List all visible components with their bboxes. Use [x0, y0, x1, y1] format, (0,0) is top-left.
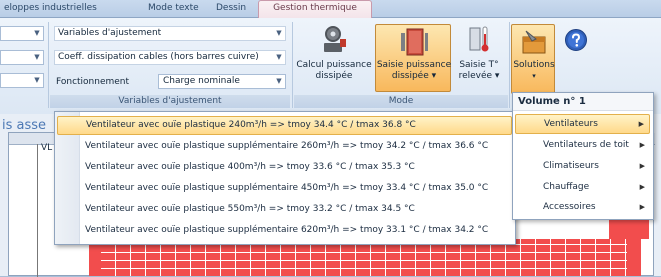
- chevron-right-icon: ▶: [639, 162, 645, 170]
- saisie-puissance-line1: Saisie puissance: [376, 60, 452, 70]
- chevron-down-icon[interactable]: ▼: [31, 51, 43, 64]
- chevron-down-icon[interactable]: ▼: [31, 27, 43, 40]
- ventilator-item-450[interactable]: Ventilateur avec ouïe plastique suppléme…: [57, 179, 512, 198]
- saisie-puissance-button[interactable]: Saisie puissance dissipée ▾: [375, 24, 451, 92]
- chevron-down-icon[interactable]: ▼: [31, 74, 43, 87]
- saisie-temperature-line1: Saisie T°: [459, 60, 499, 70]
- chevron-right-icon: ▶: [639, 203, 645, 211]
- chevron-down-icon[interactable]: ▼: [273, 51, 285, 64]
- ventilator-item-550[interactable]: Ventilateur avec ouïe plastique 550m³/h …: [57, 200, 512, 219]
- chevron-right-icon: ▶: [638, 120, 644, 128]
- document-tab-title[interactable]: is asse: [2, 118, 46, 133]
- thermometer-icon: [469, 26, 489, 52]
- left-combo-3[interactable]: ▼: [0, 73, 44, 88]
- gears-icon: [324, 26, 346, 52]
- group-separator: [292, 22, 293, 108]
- volume-item-label: Ventilateurs: [544, 119, 598, 129]
- variables-combo[interactable]: Variables d'ajustement ▼: [54, 26, 286, 41]
- toolbox-icon: [522, 30, 546, 54]
- volume-title: Volume n° 1: [513, 93, 653, 111]
- group-separator: [48, 22, 49, 108]
- saisie-temperature-line2: relevée ▾: [458, 71, 500, 81]
- chevron-down-icon[interactable]: ▼: [273, 27, 285, 40]
- chevron-down-icon[interactable]: ▼: [273, 75, 285, 88]
- volume-item-label: Accessoires: [543, 202, 596, 212]
- fonctionnement-select[interactable]: Charge nominale ▼: [158, 74, 286, 89]
- calcul-puissance-line1: Calcul puissance: [296, 60, 372, 70]
- tab-dessin[interactable]: Dessin: [216, 0, 246, 16]
- help-icon: [565, 29, 587, 51]
- ventilator-item-400[interactable]: Ventilateur avec ouïe plastique 400m³/h …: [57, 158, 512, 177]
- tab-gestion-thermique[interactable]: Gestion thermique: [258, 0, 372, 18]
- volume-item-ventilateurs-toit[interactable]: Ventilateurs de toit ▶: [515, 135, 650, 155]
- volume-item-ventilateurs[interactable]: Ventilateurs ▶: [515, 114, 650, 134]
- group-separator: [509, 22, 510, 108]
- help-button[interactable]: [564, 28, 590, 54]
- saisie-puissance-line2: dissipée ▾: [391, 71, 437, 81]
- tab-enveloppes[interactable]: eloppes industrielles: [4, 0, 97, 16]
- sheet-label: VL: [41, 143, 53, 153]
- variables-combo-label: Variables d'ajustement: [58, 28, 162, 38]
- solutions-button[interactable]: Solutions ▾: [511, 24, 555, 94]
- ventilator-submenu: Ventilateur avec ouïe plastique 240m³/h …: [54, 111, 516, 245]
- fonctionnement-label: Fonctionnement: [56, 77, 130, 87]
- volume-item-climatiseurs[interactable]: Climatiseurs ▶: [515, 156, 650, 176]
- volume-item-accessoires[interactable]: Accessoires ▶: [515, 197, 650, 217]
- volume-item-label: Chauffage: [543, 182, 590, 192]
- cabinet-icon: [401, 28, 428, 56]
- coeff-dissipation-label: Coeff. dissipation cables (hors barres c…: [58, 52, 259, 62]
- volume-item-chauffage[interactable]: Chauffage ▶: [515, 177, 650, 197]
- chevron-right-icon: ▶: [639, 141, 645, 149]
- tab-mode-texte[interactable]: Mode texte: [148, 0, 199, 16]
- mode-group-label: Mode: [294, 95, 508, 108]
- ventilator-item-620[interactable]: Ventilateur avec ouïe plastique suppléme…: [57, 221, 512, 240]
- chevron-right-icon: ▶: [639, 183, 645, 191]
- fonctionnement-value: Charge nominale: [163, 76, 240, 86]
- variables-group-label: Variables d'ajustement: [50, 95, 290, 108]
- ribbon-tab-strip: eloppes industrielles Mode texte Dessin …: [0, 0, 661, 18]
- left-combo-1[interactable]: ▼: [0, 26, 44, 41]
- saisie-temperature-button[interactable]: Saisie T° relevée ▾: [452, 22, 506, 92]
- variables-group: Variables d'ajustement ▼ Coeff. dissipat…: [52, 22, 286, 102]
- volume-item-label: Climatiseurs: [543, 161, 599, 171]
- coeff-dissipation-combo[interactable]: Coeff. dissipation cables (hors barres c…: [54, 50, 286, 65]
- left-combo-2[interactable]: ▼: [0, 50, 44, 65]
- solutions-caret: ▾: [532, 72, 536, 80]
- volume-dropdown: Volume n° 1 Ventilateurs ▶ Ventilateurs …: [512, 92, 654, 220]
- solutions-label: Solutions: [513, 60, 555, 70]
- ventilator-item-240[interactable]: Ventilateur avec ouïe plastique 240m³/h …: [57, 116, 512, 135]
- calcul-puissance-button[interactable]: Calcul puissance dissipée: [294, 22, 374, 92]
- ventilator-item-260[interactable]: Ventilateur avec ouïe plastique suppléme…: [57, 137, 512, 156]
- calcul-puissance-line2: dissipée: [315, 71, 353, 81]
- volume-item-label: Ventilateurs de toit: [543, 140, 629, 150]
